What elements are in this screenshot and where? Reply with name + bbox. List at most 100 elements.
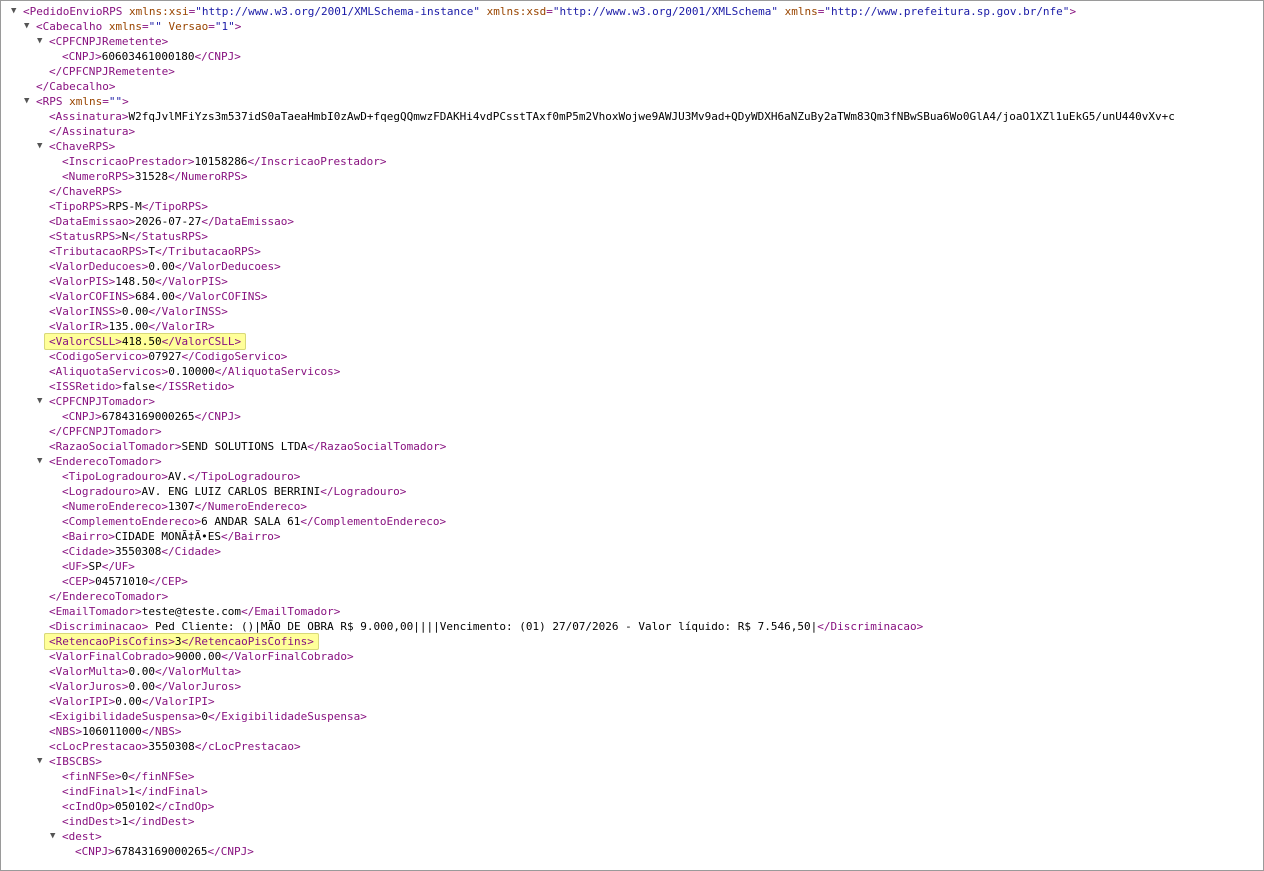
xml-tag: <ValorMulta> xyxy=(49,665,129,678)
xml-line: <ValorCSLL>418.50</ValorCSLL> xyxy=(1,333,1263,350)
xml-tag: <TipoRPS> xyxy=(49,200,109,213)
xml-attr-name: xmlns xyxy=(784,5,818,18)
xml-tag: </ValorPIS> xyxy=(154,275,228,288)
xml-element: <CNPJ>60603461000180</CNPJ> xyxy=(62,50,241,63)
xml-line: <ValorJuros>0.00</ValorJuros> xyxy=(1,679,1263,694)
xml-line: <CNPJ>67843169000265</CNPJ> xyxy=(1,844,1263,859)
xml-tag: <ValorPIS> xyxy=(49,275,116,288)
xml-tag: </TributacaoRPS> xyxy=(154,245,261,258)
xml-tag: </RetencaoPisCofins> xyxy=(181,635,314,648)
xml-line: <Bairro>CIDADE MONÃ‡Ã•ES</Bairro> xyxy=(1,529,1263,544)
triangle-down-icon[interactable]: ▼ xyxy=(37,139,42,154)
xml-tag: <ValorFinalCobrado> xyxy=(49,650,175,663)
xml-line: <cIndOp>050102</cIndOp> xyxy=(1,799,1263,814)
xml-tag: = xyxy=(141,20,149,33)
xml-element: <ISSRetido>false</ISSRetido> xyxy=(49,380,234,393)
triangle-down-icon[interactable]: ▼ xyxy=(37,454,42,469)
xml-line: <CEP>04571010</CEP> xyxy=(1,574,1263,589)
xml-tag: </ValorCSLL> xyxy=(161,335,242,348)
xml-text-value: 60603461000180 xyxy=(101,50,195,63)
xml-tag: </StatusRPS> xyxy=(128,230,208,243)
xml-text-value: 418.50 xyxy=(121,335,162,348)
xml-text-value: 135.00 xyxy=(108,320,149,333)
xml-line: ▼ <ChaveRPS> xyxy=(1,139,1263,154)
xml-tag: </CNPJ> xyxy=(194,50,241,63)
xml-tag: </cLocPrestacao> xyxy=(194,740,301,753)
xml-tag: > xyxy=(234,20,242,33)
xml-line: ▼ <Cabecalho xmlns="" Versao="1"> xyxy=(1,19,1263,34)
xml-tag: = xyxy=(208,20,215,33)
xml-document-viewer: ▼ <PedidoEnvioRPS xmlns:xsi="http://www.w… xyxy=(0,0,1264,871)
xml-line: <TipoRPS>RPS-M</TipoRPS> xyxy=(1,199,1263,214)
triangle-down-icon[interactable]: ▼ xyxy=(37,754,42,769)
xml-line: ▼ <PedidoEnvioRPS xmlns:xsi="http://www.w… xyxy=(1,4,1263,19)
xml-tag: <RPS xyxy=(36,95,70,108)
triangle-down-icon[interactable]: ▼ xyxy=(11,4,16,19)
xml-element: <ValorIR>135.00</ValorIR> xyxy=(49,320,215,333)
xml-text-value: false xyxy=(121,380,155,393)
xml-tag: <cIndOp> xyxy=(62,800,115,813)
xml-element: <CNPJ>67843169000265</CNPJ> xyxy=(62,410,241,423)
xml-text-value: 67843169000265 xyxy=(101,410,195,423)
xml-tag: </CNPJ> xyxy=(194,410,241,423)
xml-tag: </ValorMulta> xyxy=(154,665,242,678)
xml-element: <ValorCOFINS>684.00</ValorCOFINS> xyxy=(49,290,268,303)
xml-text-value: SEND SOLUTIONS LTDA xyxy=(181,440,308,453)
xml-element: <ValorMulta>0.00</ValorMulta> xyxy=(49,665,241,678)
xml-tag: <Assinatura> xyxy=(49,110,129,123)
triangle-down-icon[interactable]: ▼ xyxy=(24,19,29,34)
xml-tag: </CPFCNPJTomador> xyxy=(49,425,162,438)
xml-tag: </DataEmissao> xyxy=(201,215,295,228)
xml-element: <Assinatura>W2fqJvlMFiYzs3m537idS0aTaeaH… xyxy=(49,110,1175,123)
triangle-down-icon[interactable]: ▼ xyxy=(50,829,55,844)
xml-line: <ValorPIS>148.50</ValorPIS> xyxy=(1,274,1263,289)
xml-line: <DataEmissao>2026-07-27</DataEmissao> xyxy=(1,214,1263,229)
xml-tag: <Cabecalho xyxy=(36,20,109,33)
xml-line: </ChaveRPS> xyxy=(1,184,1263,199)
triangle-down-icon[interactable]: ▼ xyxy=(37,394,42,409)
xml-attr-value: "http://www.w3.org/2001/XMLSchema-instan… xyxy=(195,5,480,18)
xml-tag: <TributacaoRPS> xyxy=(49,245,149,258)
xml-line: </CPFCNPJTomador> xyxy=(1,424,1263,439)
xml-text-value: 6 ANDAR SALA 61 xyxy=(201,515,301,528)
xml-tag: </CEP> xyxy=(148,575,188,588)
xml-attr-name: xmlns:xsi xyxy=(128,5,189,18)
cropped-bottom-edge xyxy=(1,859,1263,870)
xml-element: <Bairro>CIDADE MONÃ‡Ã•ES</Bairro> xyxy=(62,530,281,543)
xml-line: <indFinal>1</indFinal> xyxy=(1,784,1263,799)
xml-line: ▼ <CPFCNPJRemetente> xyxy=(1,34,1263,49)
xml-tag: <TipoLogradouro> xyxy=(62,470,168,483)
xml-tag: <cLocPrestacao> xyxy=(49,740,149,753)
xml-element: <TipoRPS>RPS-M</TipoRPS> xyxy=(49,200,208,213)
triangle-down-icon[interactable]: ▼ xyxy=(37,34,42,49)
xml-tag: <NumeroEndereco> xyxy=(62,500,168,513)
xml-attr-value: "http://www.w3.org/2001/XMLSchema" xyxy=(552,5,779,18)
xml-element: <finNFSe>0</finNFSe> xyxy=(62,770,194,783)
xml-tag: <ComplementoEndereco> xyxy=(62,515,202,528)
highlighted-xml-element: <ValorCSLL>418.50</ValorCSLL> xyxy=(44,333,247,350)
xml-tag: </NBS> xyxy=(141,725,182,738)
xml-line: <ValorIPI>0.00</ValorIPI> xyxy=(1,694,1263,709)
xml-tag: <NBS> xyxy=(49,725,83,738)
xml-attr-name: xmlns:xsd xyxy=(486,5,547,18)
xml-tag: </InscricaoPrestador> xyxy=(247,155,387,168)
xml-line: <Discriminacao> Ped Cliente: ()|MÃO DE O… xyxy=(1,619,1263,634)
xml-text-value: 0.00 xyxy=(115,695,142,708)
xml-tag: </RazaoSocialTomador> xyxy=(307,440,447,453)
xml-line: <Logradouro>AV. ENG LUIZ CARLOS BERRINI<… xyxy=(1,484,1263,499)
xml-tag: <CPFCNPJRemetente> xyxy=(49,35,169,48)
xml-tag: <ValorCSLL> xyxy=(49,335,122,348)
xml-text-value: 0.00 xyxy=(148,260,175,273)
xml-tag: <ValorCOFINS> xyxy=(49,290,136,303)
xml-text-value: AV. xyxy=(167,470,188,483)
xml-tag: </ValorDeducoes> xyxy=(174,260,281,273)
xml-tag: <Discriminacao> xyxy=(49,620,149,633)
xml-tag: </indDest> xyxy=(128,815,195,828)
xml-tag: </ValorCOFINS> xyxy=(174,290,268,303)
xml-element: <cLocPrestacao>3550308</cLocPrestacao> xyxy=(49,740,301,753)
xml-tag: <CNPJ> xyxy=(75,845,115,858)
xml-element: <ChaveRPS> xyxy=(49,140,115,153)
triangle-down-icon[interactable]: ▼ xyxy=(24,94,29,109)
xml-line: ▼ <RPS xmlns=""> xyxy=(1,94,1263,109)
xml-text-value: 3550308 xyxy=(114,545,162,558)
